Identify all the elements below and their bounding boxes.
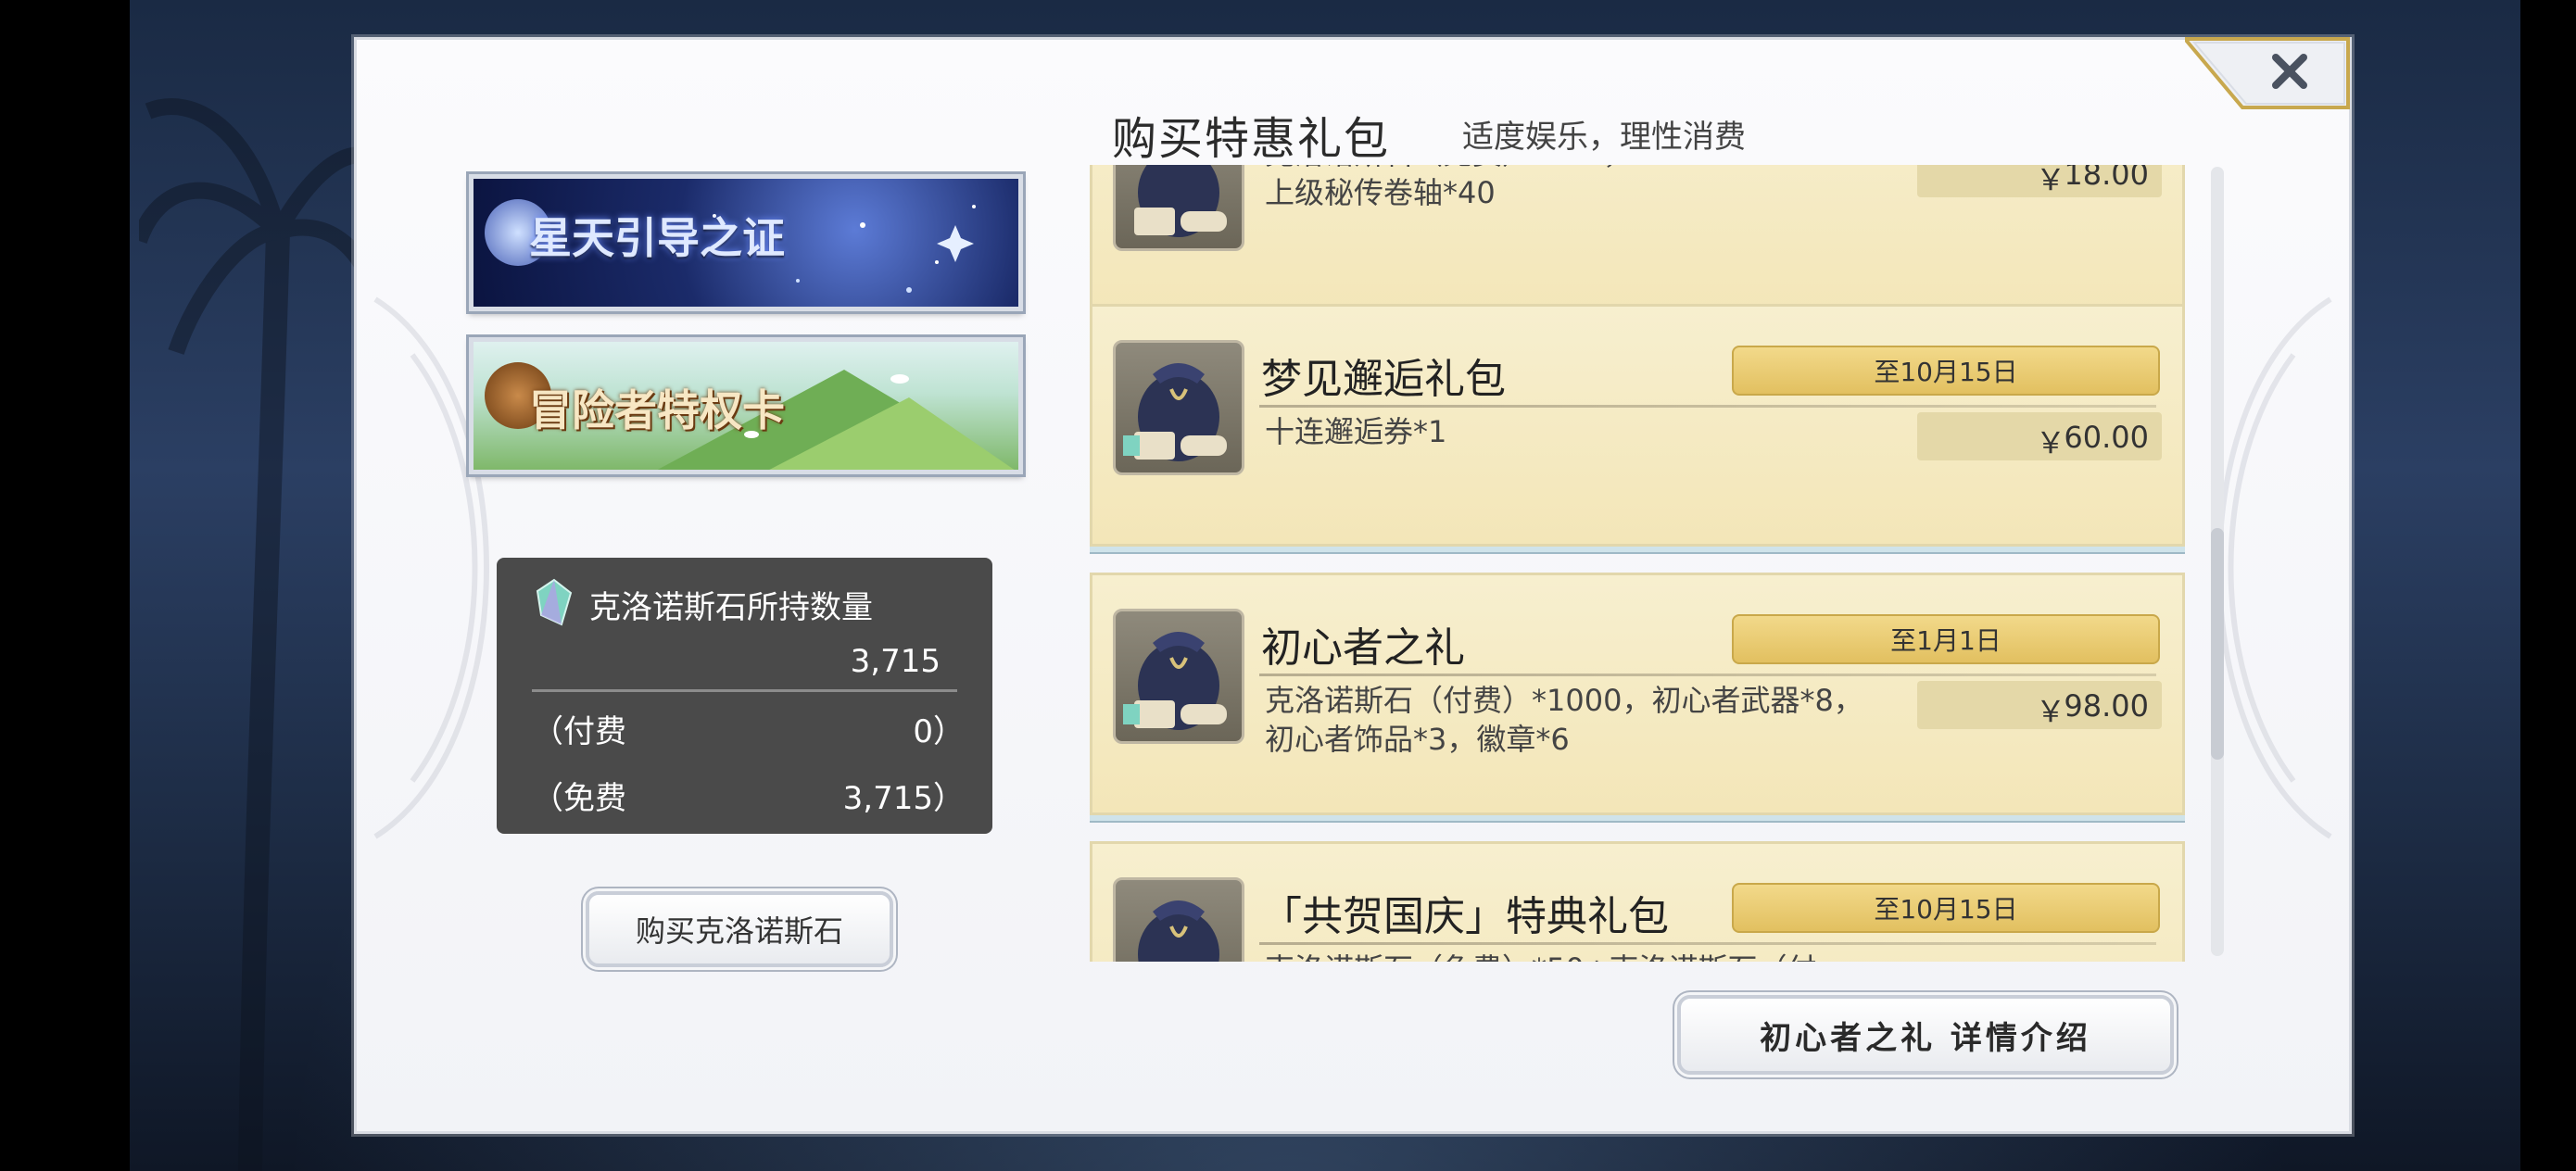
package-card[interactable]: 「共贺国庆」特典礼包 至10月15日 克洛诺斯石（免费）*50+克洛诺斯石（付	[1090, 841, 2185, 962]
package-date-badge: 至10月15日	[1732, 883, 2160, 933]
star-guide-label: 星天引导之证	[529, 213, 785, 263]
gift-bag-icon	[1113, 340, 1244, 475]
package-date-badge: 至1月1日	[1732, 614, 2160, 664]
letterbox-left	[0, 0, 130, 1171]
price-amount: 98.00	[2064, 688, 2149, 724]
package-price[interactable]: ￥ 98.00	[1917, 681, 2162, 729]
package-detail-button[interactable]: 初心者之礼 详情介绍	[1677, 995, 2174, 1075]
package-date-badge: 至10月15日	[1732, 346, 2160, 396]
package-name: 「共贺国庆」特典礼包	[1261, 893, 1669, 940]
stone-holdings-title: 克洛诺斯石所持数量	[589, 589, 873, 626]
package-price[interactable]: ￥ 60.00	[1917, 412, 2162, 460]
crystal-icon	[536, 578, 573, 626]
paid-stone-row: （付费 0）	[532, 706, 965, 752]
adventurer-card-banner[interactable]: 冒险者特权卡	[469, 337, 1023, 474]
paid-label: （付费	[532, 713, 626, 750]
free-value: 3,715）	[842, 780, 965, 817]
palm-tree-silhouette	[139, 98, 380, 1171]
package-description: 克洛诺斯石（付费）*1000，初心者武器*8， 初心者饰品*3，徽章*6	[1265, 683, 1863, 757]
free-stone-row: （免费 3,715）	[532, 773, 965, 819]
letterbox-right	[2520, 0, 2576, 1171]
gift-bag-icon	[1113, 165, 1244, 251]
price-amount: 60.00	[2064, 420, 2149, 455]
package-description: 十连邂逅券*1	[1265, 414, 1447, 449]
gift-bag-icon	[1113, 609, 1244, 744]
stone-total-value: 3,715	[850, 643, 941, 680]
price-amount: 18.00	[2064, 165, 2149, 192]
divider	[1259, 942, 2156, 945]
package-description: 克洛诺斯石（免费）*50+克洛诺斯石（付	[1265, 950, 1858, 962]
stone-holdings-panel: 克洛诺斯石所持数量 3,715 （付费 0） （免费 3,715）	[497, 558, 992, 834]
currency-symbol: ￥	[2036, 165, 2066, 197]
scrollbar-thumb[interactable]	[2211, 528, 2224, 760]
package-price[interactable]: ￥ 18.00	[1917, 165, 2162, 197]
gift-bag-icon	[1113, 877, 1244, 962]
package-card[interactable]: 克洛诺斯石（免费）*100， 上级秘传卷轴*40 ￥ 18.00	[1090, 165, 2185, 322]
divider	[532, 689, 957, 692]
package-card[interactable]: 梦见邂逅礼包 至10月15日 十连邂逅券*1 ￥ 60.00	[1090, 304, 2185, 547]
buy-stone-button[interactable]: 购买克洛诺斯石	[586, 891, 893, 967]
dialog-title: 购买特惠礼包	[1112, 113, 1391, 165]
package-description: 克洛诺斯石（免费）*100， 上级秘传卷轴*40	[1265, 165, 1633, 210]
currency-symbol: ￥	[2036, 425, 2066, 460]
close-button[interactable]	[2185, 37, 2352, 109]
divider	[1259, 405, 2156, 408]
package-name: 梦见邂逅礼包	[1261, 356, 1506, 403]
paid-value: 0）	[913, 713, 965, 750]
package-card[interactable]: 初心者之礼 至1月1日 克洛诺斯石（付费）*1000，初心者武器*8， 初心者饰…	[1090, 573, 2185, 815]
free-label: （免费	[532, 780, 626, 817]
currency-symbol: ￥	[2036, 694, 2066, 729]
package-name: 初心者之礼	[1261, 624, 1465, 672]
star-guide-banner[interactable]: 星天引导之证	[469, 174, 1023, 311]
dialog-subtitle: 适度娱乐，理性消费	[1462, 119, 1746, 156]
package-list[interactable]: 克洛诺斯石（免费）*100， 上级秘传卷轴*40 ￥ 18.00 梦见邂逅礼包 …	[1086, 165, 2194, 962]
divider	[1259, 674, 2156, 676]
adventurer-card-label: 冒险者特权卡	[529, 385, 785, 435]
